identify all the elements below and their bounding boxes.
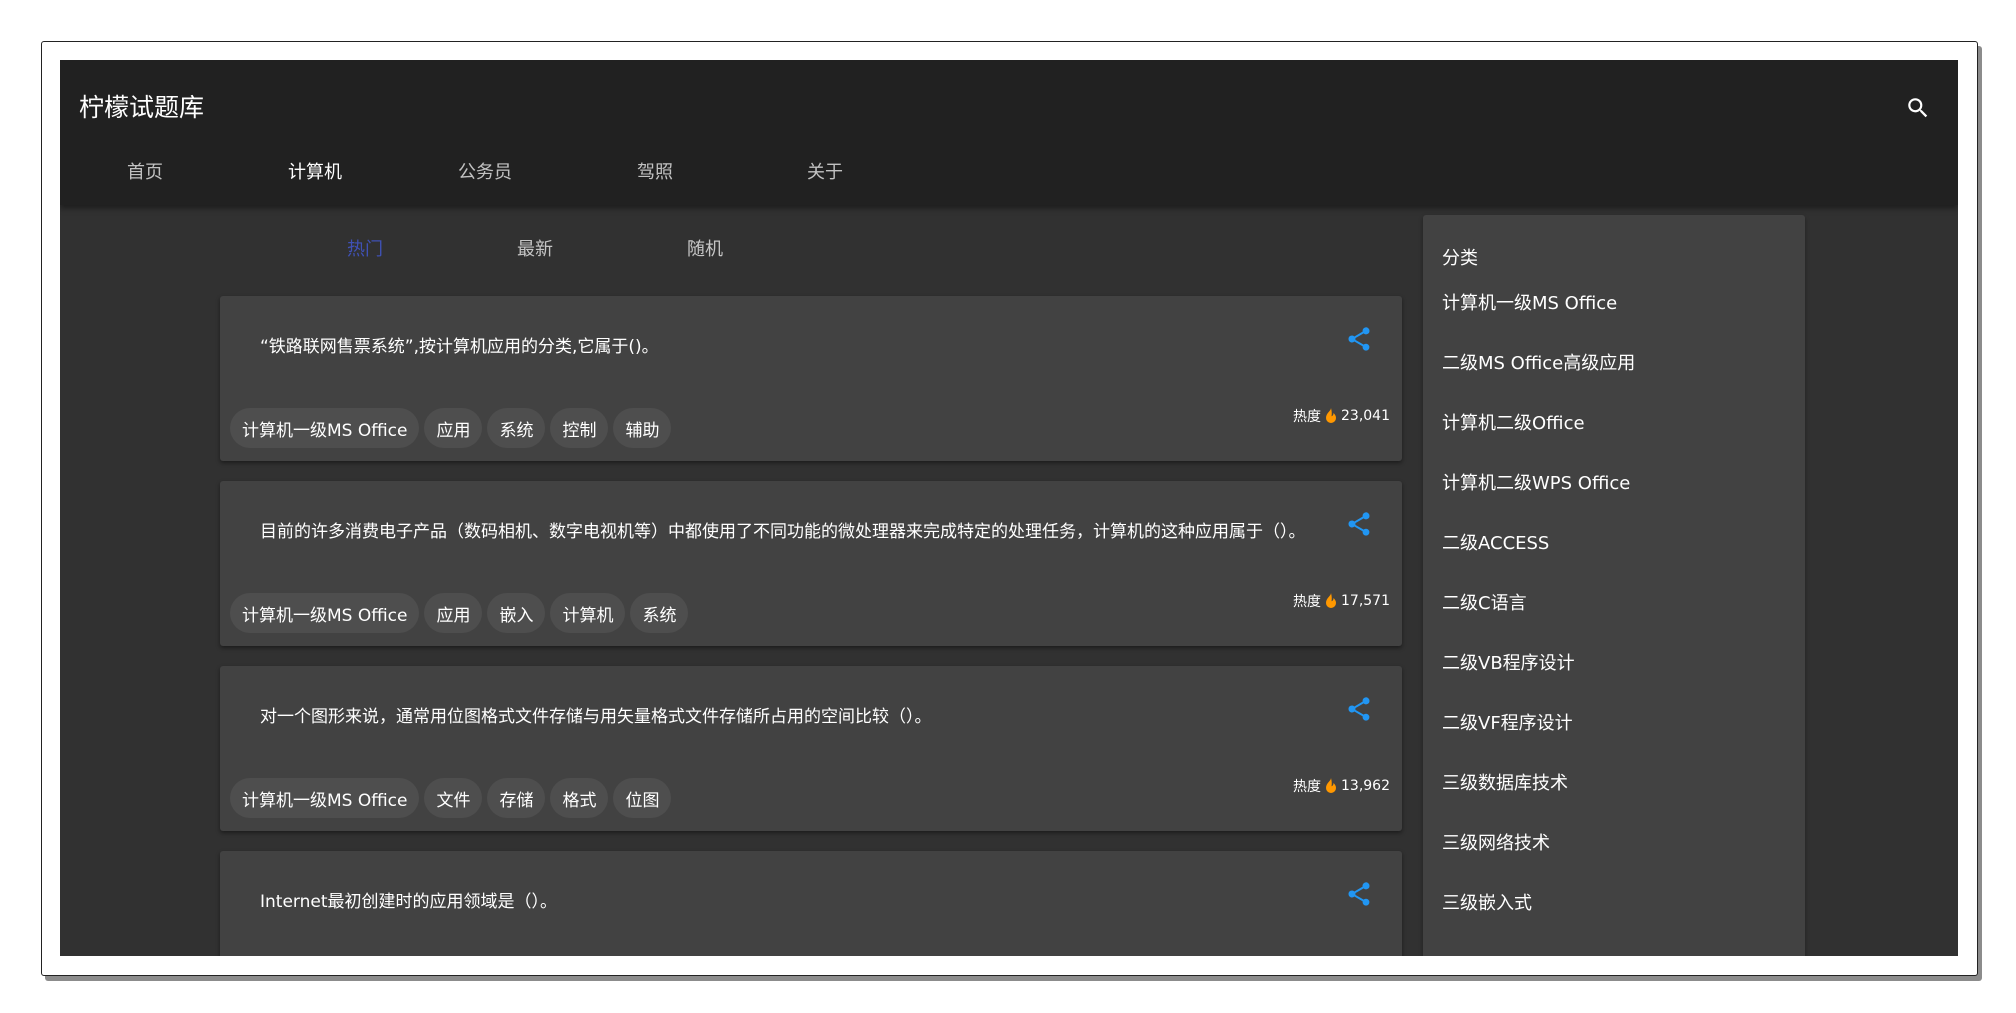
tag-chip[interactable]: 格式	[550, 778, 609, 818]
category-item[interactable]: 三级嵌入式	[1423, 872, 1805, 932]
question-card[interactable]: 目前的许多消费电子产品（数码相机、数字电视机等）中都使用了不同功能的微处理器来完…	[220, 481, 1402, 646]
tag-chip[interactable]: 位图	[613, 778, 672, 818]
search-icon	[1908, 98, 1928, 118]
category-item[interactable]: 计算机二级Office	[1423, 392, 1805, 452]
category-item[interactable]: 计算机一级MS Office	[1423, 272, 1805, 332]
tab-about[interactable]: 关于	[740, 145, 910, 197]
share-button[interactable]	[1342, 507, 1376, 541]
tag-list: 计算机一级MS Office 应用 系统 控制 辅助	[230, 408, 676, 448]
heat-label: 热度	[1293, 594, 1321, 610]
tag-chip[interactable]: 辅助	[613, 408, 672, 448]
tag-chip[interactable]: 计算机一级MS Office	[230, 593, 420, 633]
sidebar-title: 分类	[1442, 248, 1478, 269]
question-text[interactable]: “铁路联网售票系统”,按计算机应用的分类,它属于()。	[260, 332, 1350, 357]
category-sidebar: 分类 计算机一级MS Office 二级MS Office高级应用 计算机二级O…	[1423, 215, 1805, 956]
tag-chip[interactable]: 计算机一级MS Office	[230, 778, 420, 818]
heat-label: 热度	[1293, 779, 1321, 795]
fire-icon	[1325, 408, 1337, 424]
heat-indicator: 热度 17,571	[1293, 591, 1390, 611]
tag-chip[interactable]: 嵌入	[487, 593, 546, 633]
tab-driving-license[interactable]: 驾照	[570, 145, 740, 197]
question-text[interactable]: Internet最初创建时的应用领域是（）。	[260, 887, 1350, 912]
category-item[interactable]: 二级C语言	[1423, 572, 1805, 632]
share-icon	[1348, 512, 1370, 536]
fire-icon	[1325, 593, 1337, 609]
tag-chip[interactable]: 计算机	[550, 593, 626, 633]
tab-civil-servant[interactable]: 公务员	[400, 145, 570, 197]
tag-chip[interactable]: 存储	[487, 778, 546, 818]
tab-home[interactable]: 首页	[60, 145, 230, 197]
tag-chip[interactable]: 文件	[424, 778, 483, 818]
tag-chip[interactable]: 控制	[550, 408, 609, 448]
tag-chip[interactable]: 应用	[424, 593, 483, 633]
heat-value: 13,962	[1341, 778, 1390, 794]
heat-value: 17,571	[1341, 593, 1390, 609]
app-bar: 柠檬试题库 首页 计算机 公务员 驾照 关于	[60, 60, 1958, 205]
category-item[interactable]: 二级VB程序设计	[1423, 632, 1805, 692]
heat-indicator: 热度 23,041	[1293, 406, 1390, 426]
tag-list: 计算机一级MS Office 应用 嵌入 计算机 系统	[230, 593, 693, 633]
category-item[interactable]: 计算机二级WPS Office	[1423, 452, 1805, 512]
share-icon	[1348, 697, 1370, 721]
tab-hot[interactable]: 热门	[280, 220, 450, 276]
category-item[interactable]: 二级ACCESS	[1423, 512, 1805, 572]
heat-value: 23,041	[1341, 408, 1390, 424]
tab-latest[interactable]: 最新	[450, 220, 620, 276]
heat-label: 热度	[1293, 409, 1321, 425]
tag-chip[interactable]: 计算机一级MS Office	[230, 408, 420, 448]
tab-computer[interactable]: 计算机	[230, 145, 400, 197]
tag-list: 计算机一级MS Office 文件 存储 格式 位图	[230, 778, 676, 818]
share-button[interactable]	[1342, 322, 1376, 356]
fire-icon	[1325, 778, 1337, 794]
tag-chip[interactable]: 系统	[487, 408, 546, 448]
category-item[interactable]: 二级MS Office高级应用	[1423, 332, 1805, 392]
tab-random[interactable]: 随机	[620, 220, 790, 276]
question-list: “铁路联网售票系统”,按计算机应用的分类,它属于()。 计算机一级MS Offi…	[220, 296, 1402, 956]
question-card[interactable]: “铁路联网售票系统”,按计算机应用的分类,它属于()。 计算机一级MS Offi…	[220, 296, 1402, 461]
main-tabs: 首页 计算机 公务员 驾照 关于	[60, 145, 910, 197]
app-root: 柠檬试题库 首页 计算机 公务员 驾照 关于 热门 最新 随机 “铁路联网售票系…	[60, 60, 1958, 956]
tag-chip[interactable]: 应用	[424, 408, 483, 448]
search-button[interactable]	[1898, 88, 1938, 128]
category-item[interactable]: 三级数据库技术	[1423, 752, 1805, 812]
share-icon	[1348, 327, 1370, 351]
app-title: 柠檬试题库	[79, 93, 205, 122]
question-text[interactable]: 对一个图形来说，通常用位图格式文件存储与用矢量格式文件存储所占用的空间比较（）。	[260, 702, 1350, 727]
share-icon	[1348, 882, 1370, 906]
category-item[interactable]: 二级VF程序设计	[1423, 692, 1805, 752]
tag-chip[interactable]: 系统	[630, 593, 689, 633]
share-button[interactable]	[1342, 692, 1376, 726]
heat-indicator: 热度 13,962	[1293, 776, 1390, 796]
category-item[interactable]: 三级网络技术	[1423, 812, 1805, 872]
question-card[interactable]: 对一个图形来说，通常用位图格式文件存储与用矢量格式文件存储所占用的空间比较（）。…	[220, 666, 1402, 831]
share-button[interactable]	[1342, 877, 1376, 911]
question-card[interactable]: Internet最初创建时的应用领域是（）。	[220, 851, 1402, 956]
question-text[interactable]: 目前的许多消费电子产品（数码相机、数字电视机等）中都使用了不同功能的微处理器来完…	[260, 517, 1350, 542]
category-list: 计算机一级MS Office 二级MS Office高级应用 计算机二级Offi…	[1423, 272, 1805, 932]
sort-tabs: 热门 最新 随机	[280, 220, 790, 276]
